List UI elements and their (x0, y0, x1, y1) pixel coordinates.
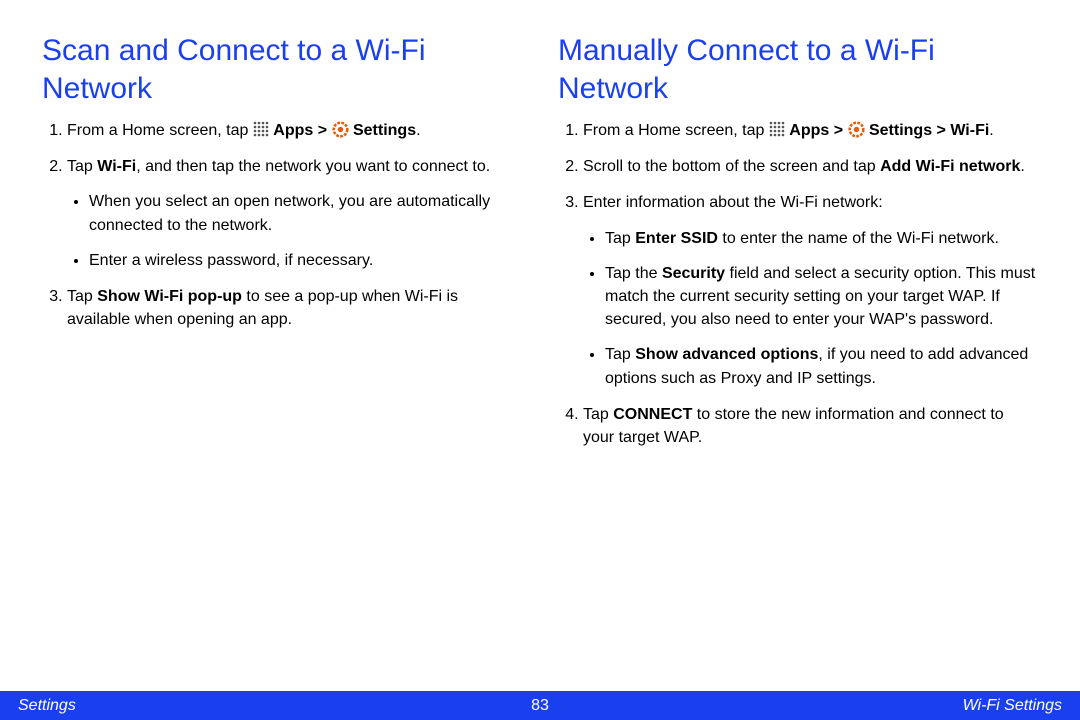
page-footer: Settings 83 Wi-Fi Settings (0, 691, 1080, 720)
sub-item: Tap the Security field and select a secu… (605, 262, 1038, 332)
sub-item: When you select an open network, you are… (89, 190, 522, 236)
wifi-label: Wi-Fi (950, 122, 989, 139)
right-step-3-sub: Tap Enter SSID to enter the name of the … (583, 227, 1038, 390)
footer-right: Wi-Fi Settings (963, 697, 1062, 715)
settings-gear-icon (332, 121, 349, 138)
right-step-2: Scroll to the bottom of the screen and t… (583, 155, 1038, 178)
text: Tap the (605, 265, 662, 282)
settings-label: Settings (353, 122, 416, 139)
settings-label: Settings (869, 122, 932, 139)
add-wifi-network-label: Add Wi-Fi network (880, 158, 1020, 175)
left-column: Scan and Connect to a Wi-Fi Network From… (42, 32, 522, 462)
settings-gear-icon (848, 121, 865, 138)
text: Enter information about the Wi-Fi networ… (583, 194, 883, 211)
right-step-3: Enter information about the Wi-Fi networ… (583, 191, 1038, 389)
connect-label: CONNECT (613, 406, 692, 423)
sub-item: Tap Show advanced options, if you need t… (605, 343, 1038, 389)
left-step-3: Tap Show Wi-Fi pop-up to see a pop-up wh… (67, 285, 522, 331)
apps-label: Apps (789, 122, 829, 139)
sub-item: Tap Enter SSID to enter the name of the … (605, 227, 1038, 250)
text: From a Home screen, tap (583, 122, 769, 139)
right-step-1: From a Home screen, tap Apps > Settings … (583, 119, 1038, 142)
left-steps: From a Home screen, tap Apps > Settings.… (42, 119, 522, 331)
right-step-4: Tap CONNECT to store the new information… (583, 403, 1038, 449)
show-wifi-popup-label: Show Wi-Fi pop-up (97, 288, 242, 305)
text: , and then tap the network you want to c… (136, 158, 490, 175)
apps-grid-icon (769, 121, 785, 137)
text: Tap (583, 406, 613, 423)
security-label: Security (662, 265, 725, 282)
text: Tap (67, 288, 97, 305)
period: . (989, 122, 993, 139)
text: Scroll to the bottom of the screen and t… (583, 158, 880, 175)
text: Tap (67, 158, 97, 175)
text: Tap (605, 346, 635, 363)
period: . (416, 122, 420, 139)
left-step-1: From a Home screen, tap Apps > Settings. (67, 119, 522, 142)
enter-ssid-label: Enter SSID (635, 230, 718, 247)
left-step-2-sub: When you select an open network, you are… (67, 190, 522, 272)
left-step-2: Tap Wi-Fi, and then tap the network you … (67, 155, 522, 272)
right-title: Manually Connect to a Wi-Fi Network (558, 32, 1038, 107)
page-number: 83 (531, 697, 549, 715)
right-steps: From a Home screen, tap Apps > Settings … (558, 119, 1038, 449)
gt: > (313, 122, 331, 139)
right-column: Manually Connect to a Wi-Fi Network From… (558, 32, 1038, 462)
apps-label: Apps (273, 122, 313, 139)
text: From a Home screen, tap (67, 122, 253, 139)
gt: > (829, 122, 847, 139)
text: Tap (605, 230, 635, 247)
left-title: Scan and Connect to a Wi-Fi Network (42, 32, 522, 107)
show-advanced-label: Show advanced options (635, 346, 818, 363)
period: . (1020, 158, 1024, 175)
text: to enter the name of the Wi-Fi network. (718, 230, 999, 247)
sub-item: Enter a wireless password, if necessary. (89, 249, 522, 272)
gt2: > (932, 122, 950, 139)
wifi-label: Wi-Fi (97, 158, 136, 175)
apps-grid-icon (253, 121, 269, 137)
footer-left: Settings (18, 697, 76, 715)
